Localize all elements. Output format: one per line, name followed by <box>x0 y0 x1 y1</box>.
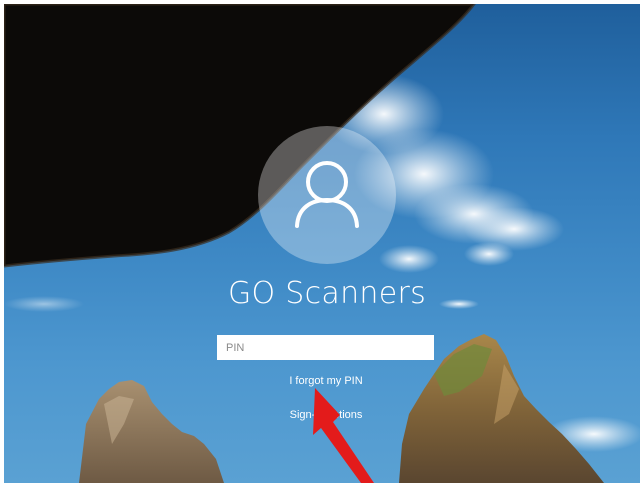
user-avatar <box>258 126 396 264</box>
account-name: GO Scanners <box>227 276 427 311</box>
left-rock <box>79 380 224 483</box>
forgot-pin-link[interactable]: I forgot my PIN <box>226 375 426 387</box>
lock-screen: GO Scanners I forgot my PIN Sign-in opti… <box>4 4 640 483</box>
screenshot-frame: GO Scanners I forgot my PIN Sign-in opti… <box>0 0 644 487</box>
pin-input[interactable] <box>217 335 434 360</box>
sign-in-options-link[interactable]: Sign-in options <box>226 409 426 421</box>
user-icon <box>295 161 359 228</box>
